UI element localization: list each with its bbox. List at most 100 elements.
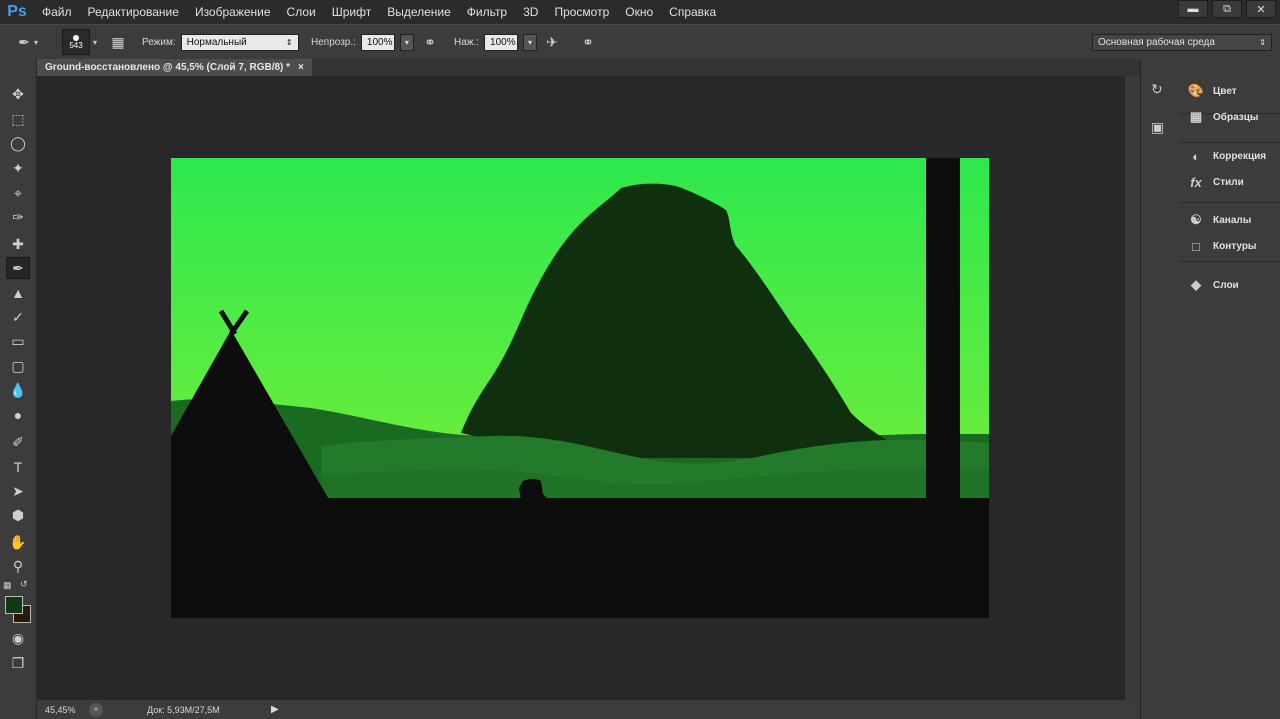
canvas-workspace[interactable] bbox=[37, 76, 1125, 700]
menu-bar: Ps Файл Редактирование Изображение Слои … bbox=[0, 0, 1280, 24]
tools-panel: ✥ ⬚ ◯ ✦ ⌖ ✑ ✚ ✒ ▲ ✓ ▭ ▢ 💧 ● ✐ T ➤ ⬢ ✋ ⚲ … bbox=[0, 59, 37, 719]
palette-icon: 🎨 bbox=[1187, 83, 1205, 98]
eraser-tool-icon[interactable]: ▭ bbox=[6, 330, 30, 352]
vertical-scrollbar[interactable] bbox=[1125, 76, 1140, 700]
brush-panel-toggle-icon[interactable]: ▦ bbox=[108, 32, 128, 52]
hand-tool-icon[interactable]: ✋ bbox=[6, 531, 30, 553]
mode-label: Режим: bbox=[142, 36, 176, 48]
close-icon[interactable]: × bbox=[298, 62, 304, 73]
crop-tool-icon[interactable]: ⌖ bbox=[6, 182, 30, 204]
close-icon[interactable]: ✕ bbox=[1246, 0, 1276, 18]
panel-dock: 🎨 Цвет ▦ Образцы ◐ Коррекция fx Стили ☯ … bbox=[1179, 59, 1280, 719]
minimize-icon[interactable]: ▬ bbox=[1178, 0, 1208, 18]
window-controls: ▬ ⧉ ✕ bbox=[1178, 0, 1276, 18]
panel-layers[interactable]: ◆ Слои bbox=[1187, 274, 1239, 296]
shape-tool-icon[interactable]: ⬢ bbox=[6, 504, 30, 526]
flow-field[interactable]: 100% bbox=[484, 33, 519, 51]
workspace-value: Основная рабочая среда bbox=[1098, 36, 1215, 48]
menu-select[interactable]: Выделение bbox=[379, 0, 459, 24]
document-tab[interactable]: Ground-восстановлено @ 45,5% (Слой 7, RG… bbox=[37, 59, 312, 76]
panel-channels-label: Каналы bbox=[1213, 214, 1252, 226]
properties-panel-icon[interactable]: ▣ bbox=[1151, 119, 1164, 136]
collapsed-panel-strip: ↻ ▣ bbox=[1140, 59, 1180, 719]
brush-size-picker[interactable]: 543 ▾ bbox=[62, 25, 97, 59]
brush-tool-icon[interactable]: ✒ bbox=[6, 257, 30, 279]
airbrush-icon[interactable]: ✈ bbox=[542, 32, 562, 52]
swap-colors-icon[interactable]: ↺ bbox=[20, 579, 28, 590]
dodge-tool-icon[interactable]: ● bbox=[6, 404, 30, 426]
photoshop-logo: Ps bbox=[7, 3, 27, 20]
document-tab-bar: Ground-восстановлено @ 45,5% (Слой 7, RG… bbox=[37, 59, 1140, 76]
type-tool-icon[interactable]: T bbox=[6, 456, 30, 478]
workspace-select[interactable]: Основная рабочая среда ⇕ bbox=[1092, 33, 1272, 51]
chevron-down-icon: ▾ bbox=[34, 37, 39, 47]
history-panel-icon[interactable]: ↻ bbox=[1151, 81, 1163, 98]
panel-layers-label: Слои bbox=[1213, 279, 1239, 291]
panel-color-label: Цвет bbox=[1213, 85, 1237, 97]
marquee-tool-icon[interactable]: ⬚ bbox=[6, 108, 30, 130]
gradient-tool-icon[interactable]: ▢ bbox=[6, 355, 30, 377]
screen-mode-icon[interactable]: ❐ bbox=[6, 652, 30, 674]
foreground-color-swatch[interactable] bbox=[5, 596, 23, 614]
blur-tool-icon[interactable]: 💧 bbox=[6, 379, 30, 401]
stamp-tool-icon[interactable]: ▲ bbox=[6, 282, 30, 304]
menu-file[interactable]: Файл bbox=[34, 0, 80, 24]
ground bbox=[171, 498, 989, 618]
default-colors-icon[interactable]: ▦ bbox=[3, 580, 12, 591]
menu-filter[interactable]: Фильтр bbox=[459, 0, 515, 24]
menu-view[interactable]: Просмотр bbox=[546, 0, 617, 24]
pressure-opacity-icon[interactable]: ⚭ bbox=[420, 32, 440, 52]
opacity-dropdown-icon[interactable]: ▾ bbox=[399, 33, 414, 51]
status-info-icon[interactable]: ⚬ bbox=[89, 702, 103, 717]
menu-3d[interactable]: 3D bbox=[515, 0, 546, 24]
adjustments-icon: ◐ bbox=[1192, 148, 1200, 164]
opacity-field[interactable]: 100% bbox=[360, 33, 395, 51]
brush-size-value: 543 bbox=[69, 40, 83, 50]
mode-select[interactable]: Нормальный ⇕ bbox=[180, 33, 299, 51]
dark-pillar bbox=[926, 158, 960, 503]
flow-dropdown-icon[interactable]: ▾ bbox=[523, 33, 538, 51]
paths-icon: □ bbox=[1192, 238, 1200, 254]
path-selection-tool-icon[interactable]: ➤ bbox=[6, 480, 30, 502]
menu-layer[interactable]: Слои bbox=[279, 0, 324, 24]
pen-tool-icon[interactable]: ✐ bbox=[6, 431, 30, 453]
options-bar: ✒ ▾ 543 ▾ ▦ Режим: Нормальный ⇕ Непрозр.… bbox=[0, 24, 1280, 60]
magic-wand-tool-icon[interactable]: ✦ bbox=[6, 157, 30, 179]
panel-styles[interactable]: fx Стили bbox=[1187, 171, 1244, 193]
menu-image[interactable]: Изображение bbox=[187, 0, 279, 24]
panel-adjustments-label: Коррекция bbox=[1213, 150, 1267, 162]
status-menu-arrow-icon[interactable]: ▶ bbox=[271, 704, 279, 715]
eyedropper-tool-icon[interactable]: ✑ bbox=[6, 206, 30, 228]
zoom-tool-icon[interactable]: ⚲ bbox=[6, 555, 30, 577]
mode-value: Нормальный bbox=[186, 36, 247, 48]
restore-icon[interactable]: ⧉ bbox=[1212, 0, 1242, 18]
updown-icon: ⇕ bbox=[1259, 37, 1266, 47]
layers-icon: ◆ bbox=[1191, 277, 1201, 292]
menu-edit[interactable]: Редактирование bbox=[80, 0, 187, 24]
panel-color[interactable]: 🎨 Цвет bbox=[1187, 80, 1237, 102]
healing-brush-tool-icon[interactable]: ✚ bbox=[6, 233, 30, 255]
zoom-level[interactable]: 45,45% bbox=[45, 705, 85, 715]
brush-tool-preset[interactable]: ✒ ▾ bbox=[14, 25, 38, 59]
styles-icon: fx bbox=[1190, 174, 1202, 190]
artwork bbox=[171, 158, 989, 618]
menu-window[interactable]: Окно bbox=[617, 0, 661, 24]
panel-swatches[interactable]: ▦ Образцы bbox=[1187, 106, 1259, 128]
document-canvas[interactable] bbox=[171, 158, 989, 618]
move-tool-icon[interactable]: ✥ bbox=[6, 83, 30, 105]
history-brush-tool-icon[interactable]: ✓ bbox=[6, 306, 30, 328]
panel-adjustments[interactable]: ◐ Коррекция bbox=[1187, 145, 1266, 167]
quick-mask-icon[interactable]: ◉ bbox=[6, 627, 30, 649]
menu-type[interactable]: Шрифт bbox=[324, 0, 379, 24]
opacity-label: Непрозр.: bbox=[311, 36, 356, 48]
status-bar: 45,45% ⚬ Док: 5,93M/27,5M ▶ bbox=[37, 700, 1140, 719]
panel-paths[interactable]: □ Контуры bbox=[1187, 235, 1256, 257]
channels-icon: ☯ bbox=[1190, 212, 1202, 227]
panel-swatches-label: Образцы bbox=[1213, 111, 1259, 123]
brush-preview: 543 bbox=[62, 29, 90, 55]
panel-channels[interactable]: ☯ Каналы bbox=[1187, 209, 1251, 231]
lasso-tool-icon[interactable]: ◯ bbox=[6, 132, 30, 154]
pressure-size-icon[interactable]: ⚭ bbox=[578, 32, 598, 52]
menu-help[interactable]: Справка bbox=[661, 0, 724, 24]
document-size: Док: 5,93M/27,5M bbox=[147, 704, 220, 715]
